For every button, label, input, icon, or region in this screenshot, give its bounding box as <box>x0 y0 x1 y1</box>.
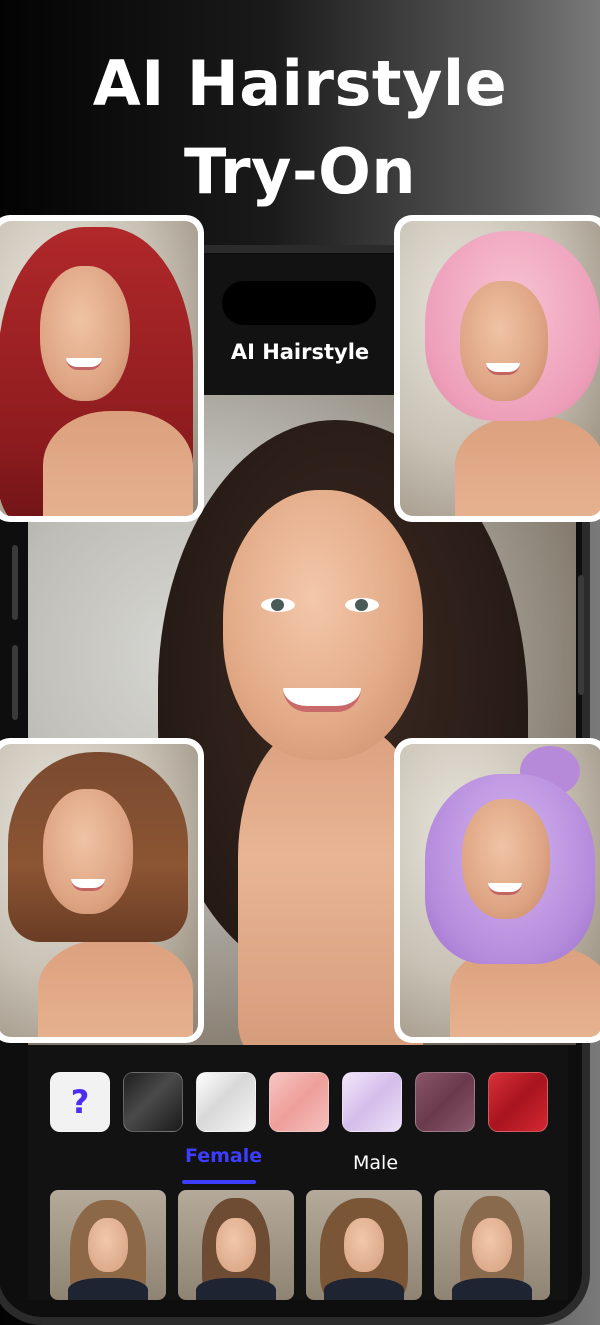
portrait-smile <box>283 688 361 712</box>
brown-mouth <box>71 879 105 891</box>
hairstyle-straight-face <box>216 1218 256 1272</box>
hairstyle-curly-shirt <box>324 1278 404 1300</box>
question-mark-icon: ? <box>70 1083 90 1121</box>
hairstyle-item-curly[interactable] <box>306 1190 422 1300</box>
hairstyle-braided-shirt <box>452 1278 532 1300</box>
style-card-red-long[interactable] <box>0 215 204 522</box>
hairstyle-straight-shirt <box>196 1278 276 1300</box>
lavender-mouth <box>488 883 522 895</box>
hairstyle-wavy-face <box>88 1218 128 1272</box>
color-swatch-red[interactable] <box>488 1072 548 1132</box>
red-body <box>43 411 193 516</box>
color-help-button[interactable]: ? <box>50 1072 110 1132</box>
red-mouth <box>66 358 102 370</box>
color-swatch-black[interactable] <box>123 1072 183 1132</box>
hair-color-palette: ? <box>48 1072 553 1136</box>
hairstyle-item-straight[interactable] <box>178 1190 294 1300</box>
dynamic-island <box>222 281 376 325</box>
headline-line-1: AI Hairstyle <box>92 47 508 120</box>
tab-male[interactable]: Male <box>353 1152 398 1174</box>
portrait-right-eye <box>345 598 379 612</box>
brown-face <box>43 789 133 914</box>
portrait-left-eye <box>261 598 295 612</box>
headline-line-2: Try-On <box>183 135 417 208</box>
phone-side-button-volume-down <box>12 645 18 720</box>
hairstyle-wavy-shirt <box>68 1278 148 1300</box>
style-card-lavender-updo[interactable] <box>394 738 600 1043</box>
pink-face <box>460 281 548 401</box>
red-face <box>40 266 130 401</box>
hairstyle-list <box>50 1190 550 1300</box>
hairstyle-curly-face <box>344 1218 384 1272</box>
color-swatch-lavender[interactable] <box>342 1072 402 1132</box>
hairstyle-item-wavy[interactable] <box>50 1190 166 1300</box>
style-photo-lavender-updo <box>400 744 600 1037</box>
style-photo-pink-bob <box>400 221 600 516</box>
tab-female-indicator <box>182 1180 256 1184</box>
style-photo-red-long <box>0 221 198 516</box>
portrait-face <box>223 490 423 760</box>
phone-side-button-volume-up <box>12 545 18 620</box>
promo-headline: AI Hairstyle Try-On <box>0 40 600 216</box>
pink-body <box>455 416 600 516</box>
hairstyle-braided-face <box>472 1218 512 1272</box>
tab-female[interactable]: Female <box>185 1145 262 1167</box>
phone-side-button-power <box>578 575 584 695</box>
brown-body <box>38 939 193 1037</box>
lavender-face <box>462 799 550 919</box>
color-swatch-plum[interactable] <box>415 1072 475 1132</box>
style-photo-brown-bob <box>0 744 198 1037</box>
app-title: AI Hairstyle <box>230 340 370 364</box>
hairstyle-item-braided[interactable] <box>434 1190 550 1300</box>
color-swatch-pink[interactable] <box>269 1072 329 1132</box>
style-card-brown-bob[interactable] <box>0 738 204 1043</box>
pink-mouth <box>486 363 520 375</box>
style-card-pink-bob[interactable] <box>394 215 600 522</box>
color-swatch-white[interactable] <box>196 1072 256 1132</box>
